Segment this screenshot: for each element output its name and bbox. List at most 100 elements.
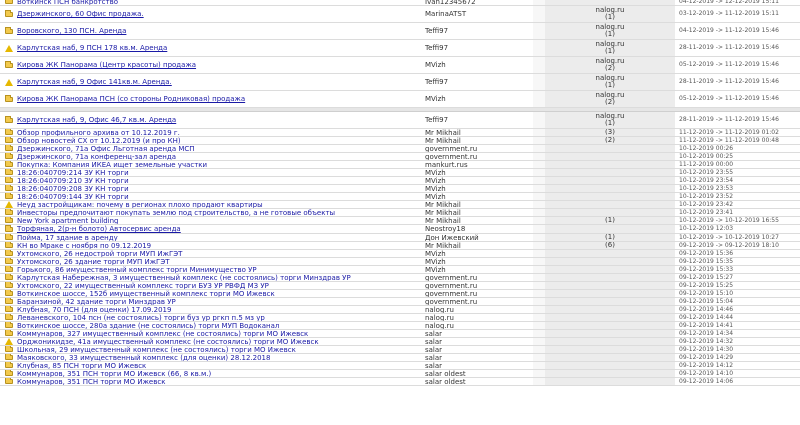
topic-title-link[interactable]: Горького, 86 имущественный комплекс торг…	[17, 266, 257, 273]
spacer-column	[533, 314, 545, 321]
topic-title-cell: Ухтомского, 22 имущественный комплекс то…	[15, 282, 423, 289]
topic-author: nalog.ru	[425, 314, 454, 321]
topic-status-cell	[3, 177, 15, 184]
folder-icon	[5, 234, 13, 240]
topic-title-link[interactable]: Коммунаров, 351 ПСН торги МО Ижевск (66,…	[17, 370, 211, 377]
replies-cell	[545, 250, 675, 257]
topic-title-link[interactable]: Кирова ЖК Панорама ПСН (со стороны Родни…	[17, 95, 245, 103]
topic-title-link[interactable]: Дзержинского, 60 Офис продажа.	[17, 10, 144, 18]
topic-title-cell: Дзержинского, 71а конференц-зал аренда	[15, 153, 423, 160]
topic-title-link[interactable]: Покупка: Компания ИКЕА ищет земельные уч…	[17, 161, 207, 168]
topic-title-link[interactable]: Обзор профильного архива от 10.12.2019 г…	[17, 129, 180, 136]
topic-title-cell: Покупка: Компания ИКЕА ищет земельные уч…	[15, 161, 423, 168]
topic-date-range: 10-12-2019 23:54	[679, 177, 734, 184]
replies-cell: nalog.ru (2)	[545, 57, 675, 73]
topic-title-link[interactable]: Карлутская наб, 9 Офис 141кв.м. Аренда.	[17, 78, 172, 86]
topic-author: government.ru	[425, 274, 478, 281]
replies-cell: nalog.ru (1)	[545, 40, 675, 56]
topic-title-link[interactable]: Коммунаров, 351 ПСН торги МО Ижевск	[17, 378, 165, 385]
topic-title-link[interactable]: Карлутская наб, 9, Офис 46,7 кв.м. Аренд…	[17, 116, 176, 124]
topic-title-link[interactable]: Дзержинского, 71а конференц-зал аренда	[17, 153, 176, 160]
topic-status-cell	[3, 201, 15, 208]
topic-title-link[interactable]: 18:26:040709:214 ЗУ КН торги	[17, 169, 129, 176]
replies-count: (1)	[605, 13, 615, 21]
topic-title-link[interactable]: Ухтомского, 22 имущественный комплекс то…	[17, 282, 269, 289]
topic-title-link[interactable]: Торфяная, 2(р-н болото) Автосервис аренд…	[17, 225, 181, 233]
spacer-column	[533, 129, 545, 136]
topic-title-cell: Воровского, 130 ПСН. Аренда	[15, 23, 423, 39]
topic-title-link[interactable]: 18:26:040709:144 ЗУ КН торги	[17, 193, 129, 200]
replies-cell: (3)	[545, 129, 675, 136]
topic-title-link[interactable]: Школьная, 29 имущественный комплекс (не …	[17, 346, 296, 353]
topic-title-link[interactable]: Баранзиной, 42 здание торги Минздрав УР	[17, 298, 176, 305]
topic-title-link[interactable]: Воровского, 130 ПСН. Аренда	[17, 27, 126, 35]
topic-date-range: 10-12-2019 00:25	[679, 153, 734, 160]
topic-title-link[interactable]: Коммунаров, 327 имущественный комплекс (…	[17, 330, 308, 337]
topic-title-link[interactable]: Ухтомского, 26 здание торги МУП ИжГЭТ	[17, 258, 170, 265]
topic-title-link[interactable]: Маяковского, 33 имущественный комплекс (…	[17, 354, 270, 361]
topic-row: Пойма, 17 здание в аренду Дон Ижевский (1)…	[0, 234, 800, 242]
topic-title-link[interactable]: Леваневского, 104 псн (не состоялись) то…	[17, 314, 265, 321]
topic-author: MVizh	[425, 258, 446, 265]
folder-icon	[5, 314, 13, 320]
folder-icon	[5, 60, 13, 68]
topic-title-link[interactable]: Воткинское шоссе, 280а здание (не состоя…	[17, 322, 279, 329]
topic-date-range: 09-12-2019 15:36	[679, 250, 734, 257]
topic-title-cell: Школьная, 29 имущественный комплекс (не …	[15, 346, 423, 353]
topic-author: salar	[425, 362, 443, 369]
topic-title-link[interactable]: Воткинское шоссе, 152б имущественный ком…	[17, 290, 275, 297]
topic-row: Карлутская наб, 9, Офис 46,7 кв.м. Аренд…	[0, 112, 800, 129]
topic-status-cell	[3, 129, 15, 136]
topic-date-range: 09-12-2019 14:29	[679, 354, 734, 361]
topic-title-cell: Дзержинского, 60 Офис продажа.	[15, 6, 423, 22]
topic-row: Воткинское шоссе, 152б имущественный ком…	[0, 290, 800, 298]
topic-title-link[interactable]: Пойма, 17 здание в аренду	[17, 234, 118, 241]
topic-author: salar	[425, 354, 443, 361]
replies-cell	[545, 153, 675, 160]
topic-status-cell	[3, 57, 15, 73]
topic-title-link[interactable]: Ухтомского, 26 недострой торги МУП ИжГЭТ	[17, 250, 182, 257]
replies-cell	[545, 290, 675, 297]
topic-title-link[interactable]: Орджоникидзе, 41а имущественный комплекс…	[17, 338, 319, 345]
topic-title-link[interactable]: Дзержинского, 71а Офис Льготная аренда М…	[17, 145, 195, 152]
topic-title-link[interactable]: Клубная, 70 ПСН (для оценки) 17.09.2019	[17, 306, 171, 313]
topic-title-link[interactable]: Неуд застройщикам: почему в регионах пло…	[17, 201, 263, 208]
topic-author: Teffi97	[425, 27, 449, 35]
topic-title-link[interactable]: Обзор новостей СХ от 10.12.2019 (и про К…	[17, 137, 181, 144]
topic-title-link[interactable]: Карлутская Набережная, 3 имущественный к…	[17, 274, 351, 281]
replies-cell	[545, 354, 675, 361]
folder-icon	[5, 266, 13, 272]
topic-date-range: 10-12-2019 -> 10-12-2019 10:27	[679, 234, 779, 241]
replies-cell: (1)	[545, 234, 675, 241]
folder-icon	[5, 306, 13, 312]
topic-status-cell	[3, 314, 15, 321]
topic-title-link[interactable]: Карлутская наб, 9 ПСН 178 кв.м. Аренда	[17, 44, 167, 52]
topic-title-cell: 18:26:040709:208 ЗУ КН торги	[15, 185, 423, 192]
topic-title-link[interactable]: 18:26:040709:208 ЗУ КН торги	[17, 185, 129, 192]
topic-row: Баранзиной, 42 здание торги Минздрав УР g…	[0, 298, 800, 306]
topic-title-link[interactable]: Воткинск ПСН банкротство	[17, 0, 118, 5]
replies-cell	[545, 274, 675, 281]
topic-title-cell: Обзор профильного архива от 10.12.2019 г…	[15, 129, 423, 136]
folder-icon	[5, 115, 13, 123]
topic-date-range: 10-12-2019 -> 10-12-2019 16:55	[679, 217, 779, 224]
spacer-column	[533, 193, 545, 200]
topic-status-cell	[3, 250, 15, 257]
forum-topic-list: Воткинск ПСН банкротство Ivan12345672 04-1…	[0, 0, 800, 425]
folder-icon	[5, 94, 13, 102]
topic-row: Дзержинского, 71а конференц-зал аренда go…	[0, 153, 800, 161]
topic-author: salar oldest	[425, 370, 466, 377]
topic-title-link[interactable]: New York apartment building	[17, 217, 119, 224]
topic-title-cell: Кирова ЖК Панорама (Центр красоты) прода…	[15, 57, 423, 73]
replies-source: (1)	[605, 234, 615, 241]
topic-title-link[interactable]: 18:26:040709:210 ЗУ КН торги	[17, 177, 129, 184]
topic-title-link[interactable]: Кирова ЖК Панорама (Центр красоты) прода…	[17, 61, 196, 69]
replies-cell	[545, 258, 675, 265]
replies-count: (1)	[605, 30, 615, 38]
topic-title-link[interactable]: Клубная, 85 ПСН торги МО Ижевск	[17, 362, 146, 369]
topic-author: MVizh	[425, 61, 446, 69]
topic-title-cell: Карлутская наб, 9, Офис 46,7 кв.м. Аренд…	[15, 112, 423, 128]
spacer-column	[533, 290, 545, 297]
topic-title-link[interactable]: Инвесторы предпочитают покупать землю по…	[17, 209, 335, 216]
topic-title-link[interactable]: КН во Мраке с ноября по 09.12.2019	[17, 242, 151, 249]
